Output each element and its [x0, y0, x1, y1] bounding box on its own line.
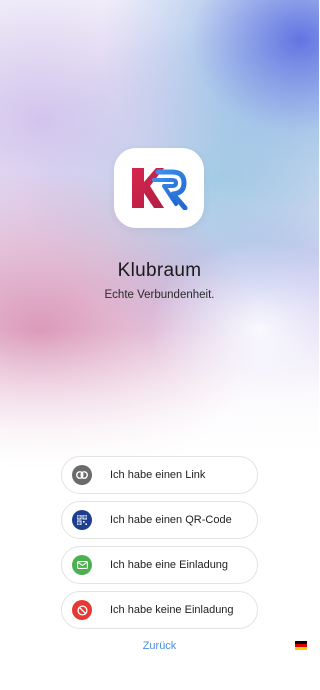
no-invitation-button[interactable]: Ich habe keine Einladung	[61, 591, 258, 629]
have-qr-code-label: Ich habe einen QR-Code	[110, 514, 232, 526]
have-invitation-label: Ich habe eine Einladung	[110, 559, 229, 571]
german-flag-icon[interactable]	[295, 641, 307, 650]
back-link[interactable]: Zurück	[0, 640, 319, 652]
have-link-button[interactable]: Ich habe einen Link	[61, 456, 258, 494]
link-icon	[72, 465, 92, 485]
mail-icon	[72, 555, 92, 575]
have-link-label: Ich habe einen Link	[110, 469, 206, 481]
have-qr-code-button[interactable]: Ich habe einen QR-Code	[61, 501, 258, 539]
qr-code-icon	[72, 510, 92, 530]
app-tagline: Echte Verbundenheit.	[104, 289, 215, 301]
entry-options: Ich habe einen Link Ich habe einen QR-Co…	[61, 456, 258, 636]
klubraum-logo-icon	[114, 148, 204, 228]
no-invitation-label: Ich habe keine Einladung	[110, 604, 234, 616]
have-invitation-button[interactable]: Ich habe eine Einladung	[61, 546, 258, 584]
background-fade	[0, 330, 319, 470]
no-entry-icon	[72, 600, 92, 620]
welcome-screen: Klubraum Echte Verbundenheit. Ich habe e…	[0, 0, 319, 690]
app-name: Klubraum	[117, 260, 202, 281]
